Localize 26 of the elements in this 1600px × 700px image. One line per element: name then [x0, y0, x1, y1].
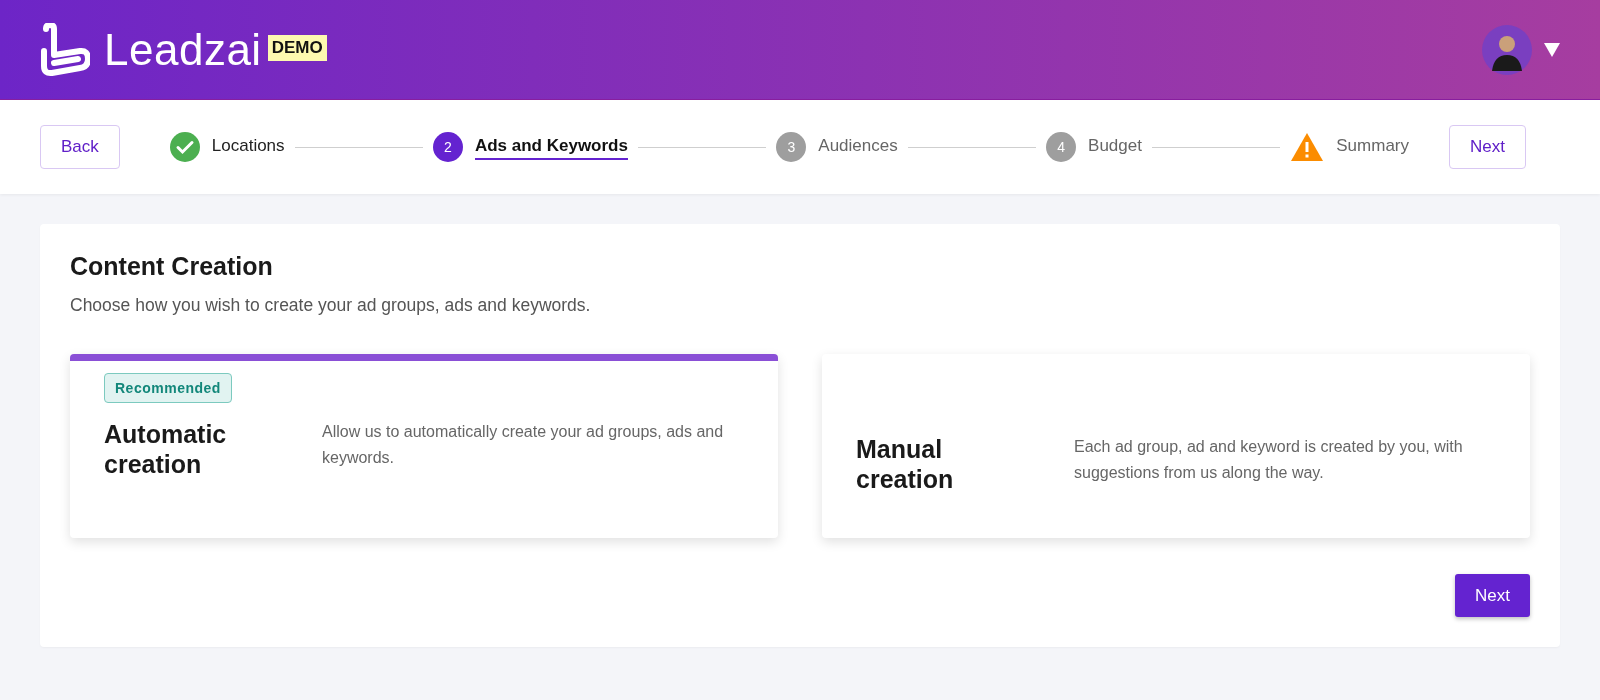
brand-name: Leadzai [104, 24, 262, 75]
check-circle-icon [169, 132, 200, 162]
step-label[interactable]: Budget [1088, 134, 1142, 160]
step-label[interactable]: Locations [211, 134, 285, 160]
back-button[interactable]: Back [40, 125, 120, 169]
step-label[interactable]: Audiences [818, 134, 898, 160]
next-button[interactable]: Next [1455, 574, 1530, 617]
logo-icon [40, 22, 90, 77]
section-subtitle: Choose how you wish to create your ad groups, ads and keywords. [70, 295, 592, 316]
step-number: 2 [432, 132, 463, 162]
avatar[interactable] [1482, 24, 1532, 75]
option-description: Allow us to automatically create your ad groups, ads and keywords. [322, 422, 725, 468]
recommended-badge: Recommended [104, 373, 232, 403]
demo-badge: DEMO [267, 34, 327, 61]
section-title: Content Creation [70, 252, 274, 281]
step-number: 4 [1046, 132, 1077, 162]
step-label[interactable]: Ads and Keywords [474, 134, 628, 160]
option-title: Automatic creation [104, 419, 228, 479]
step-number: 3 [776, 132, 807, 162]
option-card[interactable]: Recommended Automatic creation Allow us to automatically create your ad groups, ads and keywords. [70, 354, 778, 538]
caret-icon[interactable] [1544, 42, 1560, 57]
next-button[interactable]: Next [1449, 125, 1526, 169]
option-description: Each ad group, ad and keyword is created by you, with suggestions from us along the way. [1074, 437, 1464, 483]
step-label[interactable]: Summary [1336, 134, 1409, 160]
option-title: Manual creation [856, 434, 955, 494]
warning-icon [1290, 132, 1325, 162]
